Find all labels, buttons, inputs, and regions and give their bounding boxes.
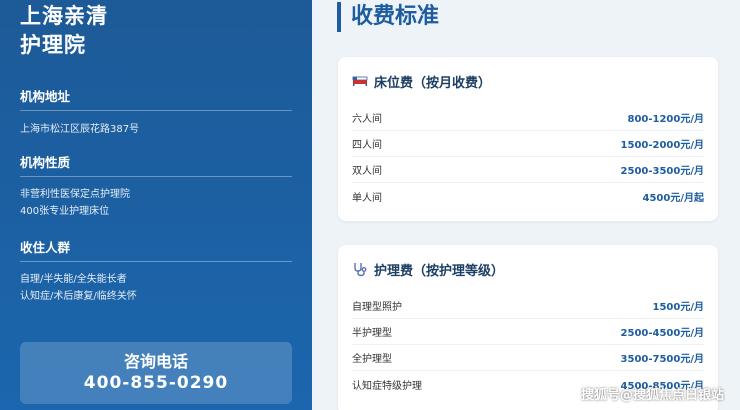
nature-section: 机构性质 非营利性医保定点护理院 400张专业护理床位 <box>20 152 292 220</box>
residents-line: 自理/半失能/全失能长者 <box>20 274 127 285</box>
table-row: 单人间 4500元/月起 <box>352 183 704 209</box>
bed-icon <box>352 73 368 89</box>
table-row: 双人间 2500-3500元/月 <box>352 157 704 183</box>
care-price: 2500-4500元/月 <box>620 328 704 339</box>
nature-line: 400张专业护理床位 <box>20 206 110 217</box>
care-level: 全护理型 <box>352 354 392 365</box>
title-accent-bar <box>337 2 341 32</box>
room-price: 1500-2000元/月 <box>620 140 704 151</box>
room-price: 4500元/月起 <box>642 192 704 204</box>
org-name-line1: 上海亲清 <box>20 4 108 28</box>
contact-label: 咨询电话 <box>123 352 188 371</box>
room-price: 2500-3500元/月 <box>620 166 704 177</box>
care-level: 半护理型 <box>352 328 392 339</box>
nature-title: 机构性质 <box>20 152 292 177</box>
watermark: 搜狐号@搜狐焦点日银站 <box>580 388 724 403</box>
table-row: 全护理型 3500-7500元/月 <box>352 345 704 371</box>
care-level: 认知症特级护理 <box>352 380 422 392</box>
room-type: 六人间 <box>352 114 382 125</box>
room-type: 双人间 <box>352 166 382 177</box>
care-fee-title: 护理费（按护理等级） <box>374 263 505 279</box>
address-line: 上海市松江区辰花路387号 <box>20 124 140 135</box>
address-title: 机构地址 <box>20 86 292 111</box>
room-type: 四人间 <box>352 140 382 151</box>
care-price: 1500元/月 <box>652 302 704 313</box>
nature-line: 非营利性医保定点护理院 <box>20 189 130 200</box>
contact-box[interactable]: 咨询电话 400-855-0290 <box>20 342 292 404</box>
org-name-line2: 护理院 <box>20 33 86 57</box>
residents-title: 收住人群 <box>20 237 292 262</box>
page-title: 收费标准 <box>351 4 440 29</box>
room-type: 单人间 <box>352 192 382 204</box>
table-row: 四人间 1500-2000元/月 <box>352 131 704 157</box>
care-fee-header: 护理费（按护理等级） <box>352 245 704 293</box>
bed-fee-header: 床位费（按月收费） <box>352 57 704 105</box>
table-row: 自理型照护 1500元/月 <box>352 293 704 319</box>
room-price: 800-1200元/月 <box>627 114 704 125</box>
org-name: 上海亲清 护理院 <box>20 2 108 60</box>
table-row: 半护理型 2500-4500元/月 <box>352 319 704 345</box>
sidebar: 上海亲清 护理院 机构地址 上海市松江区辰花路387号 机构性质 非营利性医保定… <box>0 0 312 410</box>
stethoscope-icon <box>352 261 368 277</box>
contact-phone[interactable]: 400-855-0290 <box>20 372 292 394</box>
bed-fee-card: 床位费（按月收费） 六人间 800-1200元/月 四人间 1500-2000元… <box>338 57 718 221</box>
residents-section: 收住人群 自理/半失能/全失能长者 认知症/术后康复/临终关怀 <box>20 237 292 305</box>
table-row: 六人间 800-1200元/月 <box>352 105 704 131</box>
care-level: 自理型照护 <box>352 302 402 313</box>
care-price: 3500-7500元/月 <box>620 354 704 365</box>
bed-fee-title: 床位费（按月收费） <box>374 75 492 91</box>
address-section: 机构地址 上海市松江区辰花路387号 <box>20 86 292 138</box>
residents-line: 认知症/术后康复/临终关怀 <box>20 291 137 302</box>
